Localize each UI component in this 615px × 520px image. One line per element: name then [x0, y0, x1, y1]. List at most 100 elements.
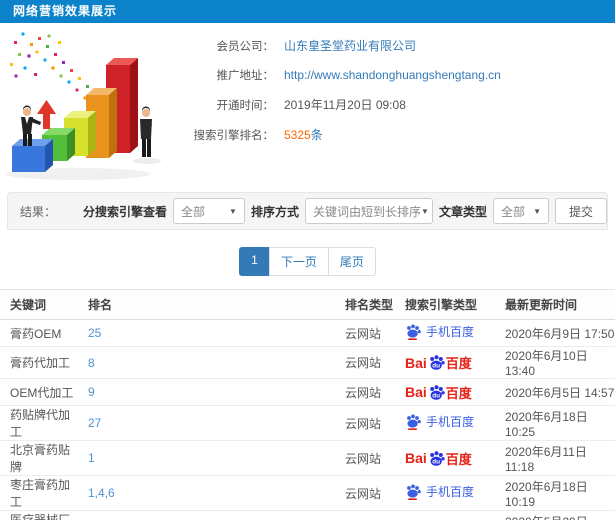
rank-type-cell: 云网站 — [335, 475, 395, 511]
updated-cell: 2020年6月18日 10:25 — [495, 405, 615, 441]
baidu-logo-cn: 百度 — [445, 356, 472, 371]
filter-controls: 分搜索引擎查看 全部 ▼ 排序方式 关键词由短到长排序 ▼ 文章类型 全部 ▼ … — [83, 198, 607, 224]
page-1-button[interactable]: 1 — [239, 247, 270, 276]
info-row-company: 会员公司： 山东皇圣堂药业有限公司 — [182, 37, 615, 54]
engine-cell: Bai du 百度 — [395, 346, 495, 379]
sort-filter-label: 排序方式 — [250, 204, 299, 219]
sort-filter-select[interactable]: 关键词由短到长排序 ▼ — [304, 198, 433, 224]
mobile-baidu-label: 手机百度 — [426, 485, 475, 499]
rank-link[interactable]: 9 — [88, 385, 95, 399]
keyword-cell: 医疗器械厂家 — [0, 510, 78, 520]
info-row-url: 推广地址： http://www.shandonghuangshengtang.… — [182, 67, 615, 83]
title-bar: 网络营销效果展示 — [0, 0, 615, 23]
page-title: 网络营销效果展示 — [13, 4, 118, 18]
keyword-cell: 膏药代加工 — [0, 346, 78, 379]
rank-link[interactable]: 8 — [88, 356, 95, 370]
type-filter-label: 文章类型 — [438, 204, 487, 219]
type-filter-select[interactable]: 全部 ▼ — [492, 198, 549, 224]
baidu-paw-icon — [407, 484, 421, 500]
baidu-paw-icon — [407, 414, 421, 430]
baidu-logo-bai: Bai — [405, 450, 427, 466]
rank-type-cell: 云网站 — [335, 346, 395, 379]
next-page-button[interactable]: 下一页 — [268, 247, 329, 276]
bar-chart-illustration — [6, 32, 161, 180]
keyword-cell: OEM代加工 — [0, 378, 78, 406]
hero-section: 会员公司： 山东皇圣堂药业有限公司 推广地址： http://www.shand… — [0, 23, 615, 188]
engine-filter-select[interactable]: 全部 ▼ — [172, 198, 245, 224]
info-row-rank-count: 搜索引擎排名： 5325条 — [182, 126, 615, 143]
rank-link[interactable]: 25 — [88, 326, 101, 340]
rank-type-cell: 云网站 — [335, 510, 395, 520]
rank-type-cell: 云网站 — [335, 440, 395, 476]
bar-blue — [12, 139, 53, 172]
baidu-logo-cn: 百度 — [445, 451, 472, 467]
member-info: 会员公司： 山东皇圣堂药业有限公司 推广地址： http://www.shand… — [182, 23, 615, 188]
mobile-baidu-label: 手机百度 — [426, 415, 475, 429]
sort-filter-value: 关键词由短到长排序 — [312, 204, 421, 219]
keyword-cell: 枣庄膏药加工 — [0, 475, 78, 511]
rank-link[interactable]: 1 — [88, 451, 95, 465]
open-time-label: 开通时间： — [216, 100, 275, 112]
engine-cell: 手机百度 — [395, 319, 495, 347]
header-engine-type: 搜索引擎类型 — [395, 289, 495, 320]
engine-cell: 手机百度 — [395, 475, 495, 511]
promo-url-label: 推广地址： — [216, 70, 275, 82]
keyword-cell: 北京膏药贴牌 — [0, 440, 78, 476]
rank-table: 关键词 排名 排名类型 搜索引擎类型 最新更新时间 膏药OEM 25 云网站 手… — [0, 289, 615, 520]
rank-count-suffix: 条 — [310, 128, 323, 142]
rank-count-number: 5325 — [284, 128, 311, 142]
baidu-logo: Bai du 百度 — [405, 353, 472, 372]
promo-url-link[interactable]: http://www.shandonghuangshengtang.cn — [284, 68, 501, 82]
mobile-baidu-logo: 手机百度 — [405, 483, 474, 500]
svg-text:du: du — [432, 458, 440, 465]
chevron-down-icon: ▼ — [533, 206, 541, 216]
updated-cell: 2020年6月9日 17:50 — [495, 319, 615, 347]
baidu-logo-cn: 百度 — [445, 385, 472, 401]
mobile-baidu-label: 手机百度 — [426, 325, 475, 339]
header-rank: 排名 — [78, 289, 335, 320]
table-header-row: 关键词 排名 排名类型 搜索引擎类型 最新更新时间 — [0, 289, 615, 320]
rank-link[interactable]: 1,4,6 — [88, 486, 115, 500]
result-label: 结果： — [20, 204, 57, 219]
last-page-button[interactable]: 尾页 — [327, 247, 376, 276]
company-link[interactable]: 山东皇圣堂药业有限公司 — [284, 37, 416, 54]
header-keyword: 关键词 — [0, 289, 78, 320]
table-body: 膏药OEM 25 云网站 手机百度 2020年6月9日 17:50 膏药代加工 … — [0, 319, 615, 520]
chevron-down-icon: ▼ — [420, 206, 429, 216]
table-row: OEM代加工 9 云网站 Bai du 百度 2020年6月5日 14:57 — [0, 378, 615, 406]
businessman-right — [140, 106, 152, 157]
submit-button[interactable]: 提交 — [554, 198, 607, 224]
baidu-logo-bai: Bai — [405, 384, 427, 400]
baidu-logo-bai: Bai — [405, 354, 427, 371]
table-row: 膏药OEM 25 云网站 手机百度 2020年6月9日 17:50 — [0, 319, 615, 347]
company-label: 会员公司： — [216, 41, 275, 53]
engine-cell: 手机百度 — [395, 405, 495, 441]
updated-cell: 2020年6月18日 10:19 — [495, 475, 615, 511]
engine-cell: Bai du 百度 — [395, 510, 495, 520]
svg-text:du: du — [432, 392, 440, 399]
updated-cell: 2020年6月11日 11:18 — [495, 440, 615, 476]
rank-type-cell: 云网站 — [335, 405, 395, 441]
updated-cell: 2020年5月29日 10:32 — [495, 510, 615, 520]
keyword-cell: 药贴牌代加工 — [0, 405, 78, 441]
rank-count-value: 5325条 — [284, 126, 323, 143]
engine-cell: Bai du 百度 — [395, 378, 495, 406]
keyword-cell: 膏药OEM — [0, 319, 78, 347]
rank-type-cell: 云网站 — [335, 319, 395, 347]
page: 网络营销效果展示 会员公司： 山东皇圣堂药业有限公司 推广地址： http://… — [0, 0, 615, 520]
table-row: 枣庄膏药加工 1,4,6 云网站 手机百度 2020年6月18日 10:19 — [0, 475, 615, 511]
table-row: 北京膏药贴牌 1 云网站 Bai du 百度 2020年6月11日 11:18 — [0, 440, 615, 476]
rank-link[interactable]: 27 — [88, 416, 101, 430]
baidu-paw-icon: du — [428, 384, 445, 401]
baidu-paw-icon — [407, 324, 421, 340]
engine-cell: Bai du 百度 — [395, 440, 495, 476]
rank-count-label: 搜索引擎排名： — [193, 130, 275, 142]
chevron-down-icon: ▼ — [229, 206, 237, 216]
header-updated: 最新更新时间 — [495, 289, 615, 320]
svg-text:du: du — [432, 362, 440, 369]
updated-cell: 2020年6月10日 13:40 — [495, 346, 615, 379]
pagination: 1 下一页 尾页 — [0, 247, 615, 276]
updated-cell: 2020年6月5日 14:57 — [495, 378, 615, 406]
header-rank-type: 排名类型 — [335, 289, 395, 320]
table-row: 医疗器械厂家 4 云网站 Bai du 百度 — [0, 510, 615, 520]
